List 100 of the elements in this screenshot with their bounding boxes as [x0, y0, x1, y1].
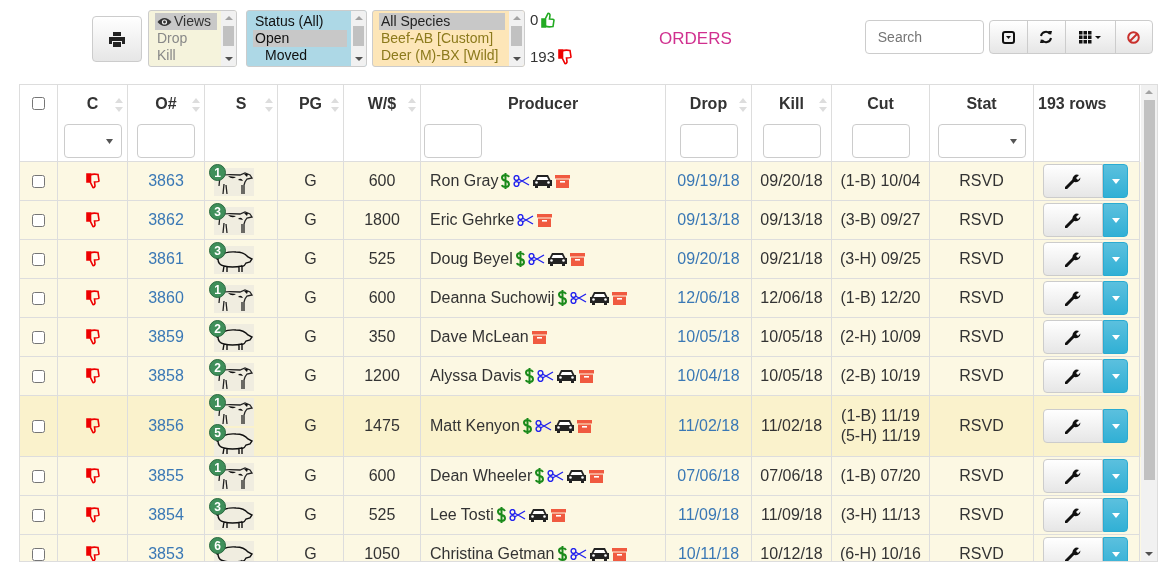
dropdown-toggle[interactable]: [1103, 498, 1128, 532]
filter-dropdown[interactable]: [937, 124, 1026, 158]
dropdown-toggle[interactable]: [1103, 459, 1128, 493]
order-number-link[interactable]: 3863: [148, 172, 184, 190]
drop-date-link[interactable]: 10/04/18: [677, 367, 740, 385]
edit-button[interactable]: [1043, 459, 1103, 493]
column-header[interactable]: C: [86, 95, 99, 112]
filter-field[interactable]: [137, 124, 195, 158]
order-number-link[interactable]: 3853: [148, 545, 184, 561]
row-checkbox[interactable]: [32, 174, 45, 188]
scrollbar[interactable]: [509, 11, 524, 66]
filter-field[interactable]: [424, 124, 482, 158]
drop-date-link[interactable]: 09/20/18: [677, 250, 740, 268]
drop-date-link[interactable]: 09/19/18: [677, 172, 740, 190]
edit-button[interactable]: [1043, 359, 1103, 393]
order-number-link[interactable]: 3862: [148, 211, 184, 229]
species-option[interactable]: All Species: [379, 13, 505, 30]
sort-icon[interactable]: [115, 97, 123, 113]
sort-icon[interactable]: [192, 97, 200, 113]
sort-icon[interactable]: [819, 97, 827, 113]
column-header[interactable]: 193 rows: [1038, 95, 1107, 112]
species-option[interactable]: Beef-AB [Custom]: [379, 30, 505, 47]
dropdown-toggle[interactable]: [1103, 409, 1128, 443]
table-row[interactable]: 3854 3 G 525 Lee Tosti 11/09/18 11/09/18 (3-H) 11/13 RSVD: [20, 496, 1141, 535]
columns-button[interactable]: [1064, 20, 1116, 54]
table-row[interactable]: 3859 2 G 350 Dave McLean 10/05/18 10/05/18 (2-H) 10/09 RSVD: [20, 318, 1141, 357]
scrollbar[interactable]: [351, 11, 366, 66]
table-row[interactable]: 3860 1 G 600 Deanna Suchowij 12/06/18 12/06/18 (1-B) 12/20 RSVD: [20, 279, 1141, 318]
views-listbox[interactable]: Views Drop Kill: [148, 10, 237, 67]
edit-button[interactable]: [1043, 164, 1103, 198]
edit-button[interactable]: [1043, 242, 1103, 276]
species-option[interactable]: Deer (M)-BX [Wild]: [379, 47, 505, 64]
edit-button[interactable]: [1043, 281, 1103, 315]
table-row[interactable]: 3862 3 G 1800 Eric Gehrke 09/13/18 09/13/18 (3-B) 09/27 RSVD: [20, 201, 1141, 240]
scrollbar[interactable]: [221, 11, 236, 66]
row-checkbox[interactable]: [32, 369, 45, 383]
dropdown-toggle[interactable]: [1103, 242, 1128, 276]
column-header[interactable]: Cut: [867, 95, 894, 112]
dropdown-toggle[interactable]: [1103, 203, 1128, 237]
column-header[interactable]: Drop: [689, 95, 728, 112]
drop-date-link[interactable]: 12/06/18: [677, 289, 740, 307]
column-header[interactable]: W/$: [367, 95, 397, 112]
sort-icon[interactable]: [739, 97, 747, 113]
row-checkbox[interactable]: [32, 547, 45, 561]
refresh-button[interactable]: [1026, 20, 1066, 54]
edit-button[interactable]: [1043, 537, 1103, 561]
status-option[interactable]: Moved: [253, 47, 347, 64]
drop-date-link[interactable]: 07/06/18: [677, 467, 740, 485]
order-number-link[interactable]: 3855: [148, 467, 184, 485]
row-checkbox[interactable]: [32, 469, 45, 483]
clear-filters-button[interactable]: [1114, 20, 1153, 54]
status-option[interactable]: Open: [253, 30, 347, 47]
status-listbox[interactable]: Status (All) Open Moved: [246, 10, 367, 67]
column-header[interactable]: O#: [155, 95, 177, 112]
row-checkbox[interactable]: [32, 330, 45, 344]
edit-button[interactable]: [1043, 203, 1103, 237]
filter-dropdown[interactable]: [63, 124, 122, 158]
column-header[interactable]: S: [235, 95, 247, 112]
order-number-link[interactable]: 3856: [148, 417, 184, 435]
sort-icon[interactable]: [265, 97, 273, 113]
row-checkbox[interactable]: [32, 508, 45, 522]
collapse-button[interactable]: [988, 20, 1028, 54]
edit-button[interactable]: [1043, 498, 1103, 532]
filter-field[interactable]: [679, 124, 738, 158]
filter-field[interactable]: [762, 124, 821, 158]
table-row[interactable]: 3855 1 G 600 Dean Wheeler 07/06/18 07/06/18 (1-B) 07/20 RSVD: [20, 457, 1141, 496]
dropdown-toggle[interactable]: [1103, 164, 1128, 198]
drop-date-link[interactable]: 09/13/18: [677, 211, 740, 229]
dropdown-toggle[interactable]: [1103, 281, 1128, 315]
drop-date-link[interactable]: 10/11/18: [677, 545, 740, 561]
dropdown-toggle[interactable]: [1103, 359, 1128, 393]
status-option[interactable]: Status (All): [253, 13, 347, 30]
dropdown-toggle[interactable]: [1103, 537, 1128, 561]
order-number-link[interactable]: 3854: [148, 506, 184, 524]
drop-date-link[interactable]: 10/05/18: [677, 328, 740, 346]
views-option[interactable]: Views: [155, 13, 217, 30]
order-number-link[interactable]: 3861: [148, 250, 184, 268]
species-listbox[interactable]: All Species Beef-AB [Custom] Deer (M)-BX [Wild]: [372, 10, 525, 67]
search-field[interactable]: Search: [864, 20, 984, 54]
table-row[interactable]: 3858 2 G 1200 Alyssa Davis 10/04/18 10/05/18 (2-B) 10/19 RSVD: [20, 357, 1141, 396]
column-header[interactable]: Stat: [966, 95, 997, 112]
table-row[interactable]: 3861 3 G 525 Doug Beyel 09/20/18 09/21/18 (3-H) 09/25 RSVD: [20, 240, 1141, 279]
edit-button[interactable]: [1043, 409, 1103, 443]
sort-icon[interactable]: [408, 97, 416, 113]
column-header[interactable]: Producer: [507, 95, 579, 112]
select-all-checkbox[interactable]: [32, 97, 45, 110]
order-number-link[interactable]: 3859: [148, 328, 184, 346]
order-number-link[interactable]: 3860: [148, 289, 184, 307]
edit-button[interactable]: [1043, 320, 1103, 354]
order-number-link[interactable]: 3858: [148, 367, 184, 385]
row-checkbox[interactable]: [32, 252, 45, 266]
drop-date-link[interactable]: 11/02/18: [677, 417, 740, 435]
column-header[interactable]: PG: [298, 95, 323, 112]
table-row[interactable]: 3863 1 G 600 Ron Gray 09/19/18 09/20/18 (1-B) 10/04 RSVD: [20, 162, 1141, 201]
drop-date-link[interactable]: 11/09/18: [677, 506, 740, 524]
row-checkbox[interactable]: [32, 291, 45, 305]
sort-icon[interactable]: [331, 97, 339, 113]
column-header[interactable]: Kill: [779, 95, 804, 112]
dropdown-toggle[interactable]: [1103, 320, 1128, 354]
table-row[interactable]: 3856 1 5 G 1475 Matt Kenyon 11/02/18 11/02/18 (1-B) 11/19 (5-H) 11/19 RSVD: [20, 396, 1141, 457]
